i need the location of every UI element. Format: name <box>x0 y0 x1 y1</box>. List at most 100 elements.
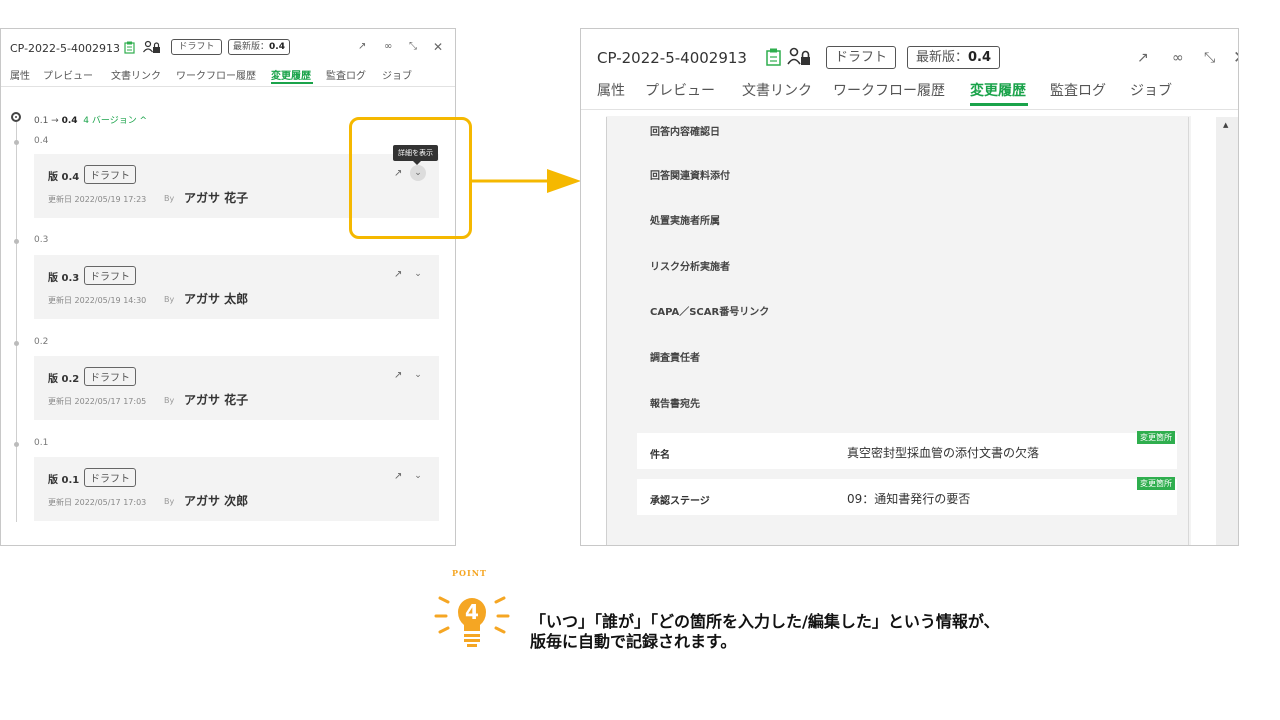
timeline-line <box>606 117 607 545</box>
updated-date: 更新日 2022/05/17 17:05 <box>48 397 147 406</box>
version-card-0-2[interactable]: 版 0.2 ドラフト 更新日 2022/05/17 17:05 By アガサ 花… <box>34 356 439 420</box>
version-card-0-1[interactable]: 版 0.1 ドラフト 更新日 2022/05/17 17:03 By アガサ 次… <box>34 457 439 521</box>
field-label: 承認ステージ <box>650 496 710 507</box>
close-icon[interactable]: ✕ <box>1233 48 1238 68</box>
active-tab-indicator <box>970 103 1028 106</box>
version-number: 版 0.3 <box>48 273 80 284</box>
callout-arrow <box>471 169 581 193</box>
changed-field-row: 件名 真空密封型採血管の添付文書の欠落 変更箇所 <box>637 431 1177 469</box>
close-icon[interactable]: ✕ <box>433 40 443 54</box>
field-label: 調査責任者 <box>650 353 700 364</box>
scrollbar[interactable]: ▲ <box>1216 117 1238 545</box>
version-number: 版 0.1 <box>48 475 80 486</box>
author-name: アガサ 花子 <box>184 191 249 205</box>
link-icon[interactable]: ∞ <box>1172 50 1184 66</box>
point-number: 4 <box>465 600 479 624</box>
version-range[interactable]: 0.1 → 0.4 4 バージョン ^ <box>34 113 147 126</box>
version-status-badge: ドラフト <box>84 367 136 386</box>
author-name: アガサ 次郎 <box>184 494 249 508</box>
latest-version-tag: 最新版：0.4 <box>907 46 1000 69</box>
expand-icon[interactable]: ⤡ <box>1204 50 1215 66</box>
chevron-down-icon[interactable]: ⌄ <box>410 468 426 484</box>
chevron-down-icon[interactable]: ⌄ <box>410 367 426 383</box>
field-label: 回答関連資料添付 <box>650 171 730 182</box>
tab-audit-log[interactable]: 監査ログ <box>326 67 366 82</box>
external-link-icon[interactable]: ↗ <box>394 269 402 280</box>
point-description-line2: 版毎に自動で記録されます。 <box>530 632 737 651</box>
highlight-callout-box <box>349 117 472 239</box>
external-link-icon[interactable]: ↗ <box>394 370 402 381</box>
by-label: By <box>164 194 175 203</box>
active-tab-indicator <box>271 82 313 84</box>
tab-preview[interactable]: プレビュー <box>43 67 93 82</box>
version-status-badge: ドラフト <box>84 468 136 487</box>
chevron-down-icon[interactable]: ⌄ <box>410 266 426 282</box>
external-link-icon[interactable]: ↗ <box>358 41 366 52</box>
timeline-dot <box>14 239 19 244</box>
expand-icon[interactable]: ⤡ <box>409 41 417 52</box>
updated-date: 更新日 2022/05/17 17:03 <box>48 498 147 507</box>
version-label: 0.3 <box>34 235 49 245</box>
timeline-dot <box>14 442 19 447</box>
field-label: 件名 <box>650 450 670 461</box>
tab-properties[interactable]: 属性 <box>597 80 625 100</box>
field-label: 回答内容確認日 <box>650 127 720 138</box>
by-label: By <box>164 295 175 304</box>
tab-workflow-history[interactable]: ワークフロー履歴 <box>833 80 945 100</box>
latest-version-tag: 最新版：0.4 <box>228 39 290 55</box>
by-label: By <box>164 497 175 506</box>
point-word: POINT <box>452 568 487 578</box>
timeline-line <box>16 122 17 522</box>
user-lock-icon[interactable] <box>787 47 811 66</box>
scroll-up-arrow-icon[interactable]: ▲ <box>1223 121 1228 129</box>
tab-doc-links[interactable]: 文書リンク <box>111 67 161 82</box>
changed-field-row: 承認ステージ 09：通知書発行の要否 変更箇所 <box>637 477 1177 515</box>
timeline-dot <box>14 341 19 346</box>
range-selector-radio[interactable] <box>11 112 21 122</box>
author-name: アガサ 花子 <box>184 393 249 407</box>
version-status-badge: ドラフト <box>84 165 136 184</box>
field-label: リスク分析実施者 <box>650 262 730 273</box>
timeline-dot <box>14 140 19 145</box>
header-divider <box>581 109 1238 110</box>
content-divider <box>1188 117 1189 545</box>
field-label: CAPA／SCAR番号リンク <box>650 307 770 318</box>
external-link-icon[interactable]: ↗ <box>1137 50 1149 66</box>
tab-jobs[interactable]: ジョブ <box>382 67 412 82</box>
version-card-0-3[interactable]: 版 0.3 ドラフト 更新日 2022/05/19 14:30 By アガサ 太… <box>34 255 439 319</box>
tab-doc-links[interactable]: 文書リンク <box>742 80 812 100</box>
header-divider <box>1 86 455 87</box>
status-tag: ドラフト <box>826 46 896 69</box>
field-label: 処置実施者所属 <box>650 216 720 227</box>
version-detail-panel: CP-2022-5-4002913 ドラフト 最新版：0.4 ↗ ∞ ⤡ ✕ 属… <box>580 28 1239 546</box>
document-id: CP-2022-5-4002913 <box>597 49 747 67</box>
updated-date: 更新日 2022/05/19 17:23 <box>48 195 147 204</box>
document-id: CP-2022-5-4002913 <box>10 42 120 55</box>
changed-flag-badge: 変更箇所 <box>1137 477 1175 490</box>
clipboard-icon[interactable] <box>124 41 135 54</box>
clipboard-icon[interactable] <box>766 48 781 66</box>
tab-jobs[interactable]: ジョブ <box>1130 80 1172 100</box>
version-label: 0.2 <box>34 337 49 347</box>
link-icon[interactable]: ∞ <box>384 41 392 52</box>
by-label: By <box>164 396 175 405</box>
tab-audit-log[interactable]: 監査ログ <box>1050 80 1106 100</box>
tab-change-history[interactable]: 変更履歴 <box>970 80 1026 100</box>
version-number: 版 0.4 <box>48 172 80 183</box>
author-name: アガサ 太郎 <box>184 292 249 306</box>
field-value: 09：通知書発行の要否 <box>847 492 971 506</box>
external-link-icon[interactable]: ↗ <box>394 471 402 482</box>
field-value: 真空密封型採血管の添付文書の欠落 <box>847 446 1040 460</box>
field-label: 報告書宛先 <box>650 399 700 410</box>
point-badge: POINT 4 <box>422 566 522 658</box>
version-status-badge: ドラフト <box>84 266 136 285</box>
tab-workflow-history[interactable]: ワークフロー履歴 <box>176 67 256 82</box>
version-number: 版 0.2 <box>48 374 80 385</box>
version-label: 0.1 <box>34 438 49 448</box>
tab-properties[interactable]: 属性 <box>10 67 30 82</box>
tab-change-history[interactable]: 変更履歴 <box>271 67 311 82</box>
tab-preview[interactable]: プレビュー <box>645 80 715 100</box>
status-tag: ドラフト <box>171 39 222 55</box>
version-label: 0.4 <box>34 136 49 146</box>
user-lock-icon[interactable] <box>143 40 161 54</box>
